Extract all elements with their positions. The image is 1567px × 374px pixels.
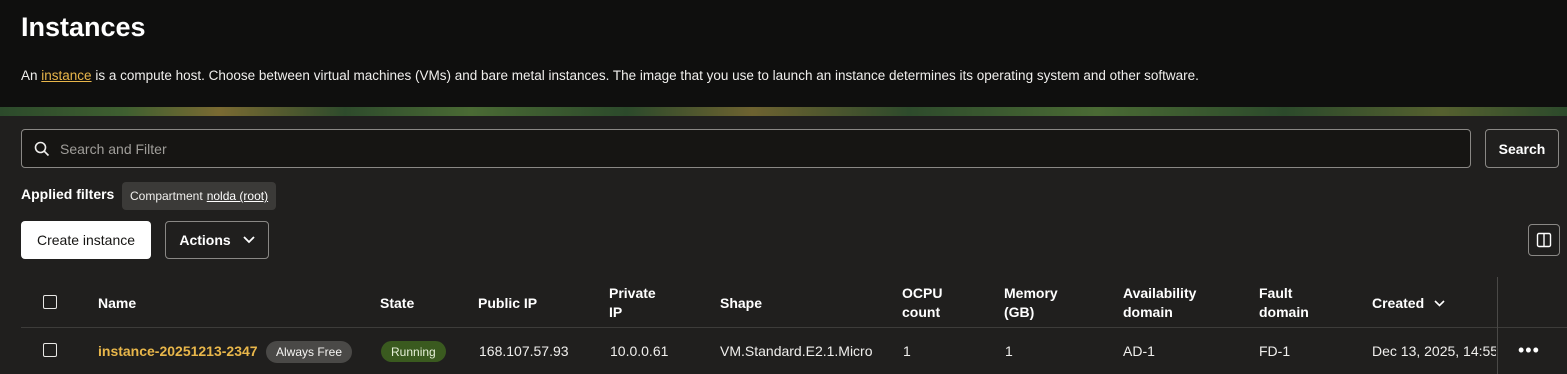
- page-title: Instances: [21, 12, 146, 42]
- columns-icon: [1536, 232, 1552, 248]
- private-ip-value: 10.0.0.61: [610, 343, 669, 359]
- chevron-down-icon: [243, 236, 255, 244]
- instance-name-link[interactable]: instance-20251213-2347: [98, 343, 258, 359]
- column-header-public-ip[interactable]: Public IP: [478, 294, 537, 313]
- fault-domain-value: FD-1: [1259, 343, 1291, 359]
- ocpu-count-value: 1: [903, 343, 911, 359]
- search-button[interactable]: Search: [1485, 129, 1559, 168]
- row-actions-menu-icon[interactable]: •••: [1518, 340, 1540, 361]
- page-description: An instance is a compute host. Choose be…: [21, 68, 1199, 83]
- page-header: Instances An instance is a compute host.…: [0, 0, 1567, 107]
- column-header-state[interactable]: State: [380, 294, 414, 313]
- filter-chip-value[interactable]: nolda (root): [207, 189, 268, 203]
- column-header-fault-domain[interactable]: Fault domain: [1259, 284, 1309, 322]
- table-header: [21, 277, 1567, 328]
- create-instance-button[interactable]: Create instance: [21, 221, 151, 259]
- sort-descending-icon: [1434, 300, 1445, 307]
- column-header-created[interactable]: Created: [1372, 294, 1445, 313]
- status-badge: Running: [381, 341, 446, 362]
- columns-toggle-button[interactable]: [1528, 224, 1560, 256]
- public-ip-value: 168.107.57.93: [479, 343, 569, 359]
- actions-label: Actions: [179, 232, 231, 248]
- actions-dropdown[interactable]: Actions: [165, 221, 269, 259]
- select-all-checkbox[interactable]: [43, 295, 57, 309]
- column-divider: [1497, 277, 1498, 374]
- search-input[interactable]: [60, 130, 1460, 167]
- availability-domain-value: AD-1: [1123, 343, 1155, 359]
- column-header-ocpu-count[interactable]: OCPU count: [902, 284, 942, 322]
- row-checkbox[interactable]: [43, 343, 57, 357]
- instance-link[interactable]: instance: [41, 68, 91, 83]
- always-free-badge: Always Free: [266, 341, 353, 363]
- search-field[interactable]: [21, 129, 1471, 168]
- applied-filters-label: Applied filters: [21, 186, 115, 202]
- column-header-memory[interactable]: Memory (GB): [1004, 284, 1058, 322]
- column-header-private-ip[interactable]: Private IP: [609, 284, 656, 322]
- shape-value: VM.Standard.E2.1.Micro: [720, 343, 873, 359]
- column-header-name[interactable]: Name: [98, 294, 136, 313]
- column-header-shape[interactable]: Shape: [720, 294, 762, 313]
- created-value: Dec 13, 2025, 14:55: [1372, 343, 1496, 359]
- decorative-banner: [0, 107, 1567, 116]
- filter-chip-key: Compartment: [130, 189, 203, 203]
- filter-chip-compartment[interactable]: Compartment nolda (root): [122, 182, 277, 210]
- memory-value: 1: [1005, 343, 1013, 359]
- search-icon: [34, 141, 50, 157]
- column-header-availability-domain[interactable]: Availability domain: [1123, 284, 1196, 322]
